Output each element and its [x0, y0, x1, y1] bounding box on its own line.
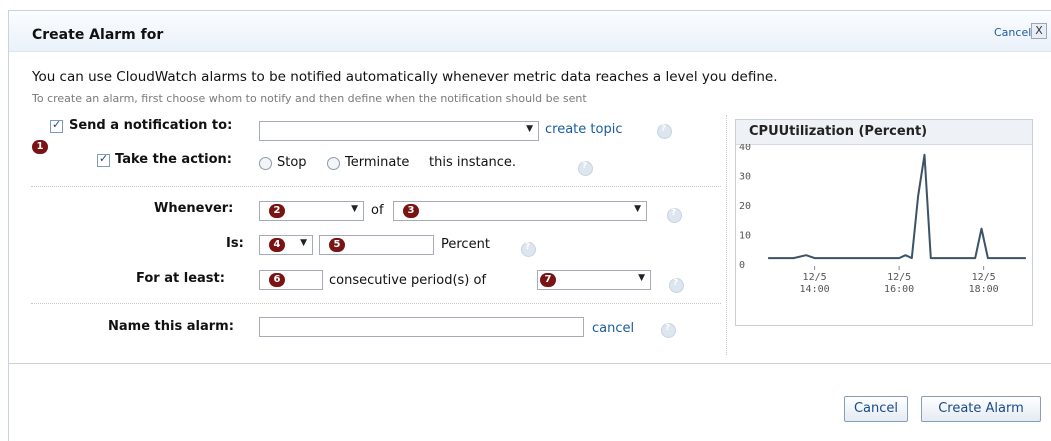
percent-unit-label: Percent	[441, 237, 490, 252]
close-icon[interactable]: X	[1031, 23, 1047, 39]
step-badge-2: 2	[269, 204, 285, 218]
intro-text: You can use CloudWatch alarms to be noti…	[32, 69, 778, 85]
cpu-chart: CPUUtilization (Percent) 40 30 20 10 0 12/5 14…	[735, 119, 1033, 326]
x-tick-label: 14:00	[800, 284, 830, 295]
x-tick-label: 12/5	[887, 272, 911, 283]
section-divider	[31, 303, 721, 305]
y-tick-label: 10	[739, 231, 751, 242]
take-action-checkbox[interactable]	[97, 152, 110, 167]
chevron-down-icon: ▼	[634, 204, 641, 214]
chevron-down-icon: ▼	[300, 238, 307, 248]
consecutive-periods-label: consecutive period(s) of	[329, 273, 487, 288]
terminate-radio[interactable]	[327, 157, 340, 170]
section-divider	[31, 186, 721, 188]
name-alarm-label: Name this alarm:	[108, 319, 234, 334]
metric-select[interactable]: ▼	[393, 201, 647, 221]
step-badge-1: 1	[32, 140, 48, 154]
of-label: of	[371, 203, 384, 218]
y-tick-label: 30	[739, 172, 751, 183]
stop-radio[interactable]	[259, 157, 272, 170]
help-icon[interactable]	[657, 124, 672, 139]
step-badge-4: 4	[269, 238, 285, 252]
for-at-least-label: For at least:	[136, 271, 225, 286]
chart-title: CPUUtilization (Percent)	[749, 124, 928, 139]
footer-divider	[9, 363, 1051, 364]
create-alarm-button[interactable]: Create Alarm	[921, 396, 1041, 422]
create-topic-link[interactable]: create topic	[545, 122, 622, 137]
x-tick-label: 18:00	[969, 284, 999, 295]
y-tick-label: 40	[739, 144, 751, 153]
x-tick-label: 12/5	[972, 272, 996, 283]
is-label: Is:	[226, 236, 244, 251]
cpu-series-line	[768, 153, 1026, 260]
help-icon[interactable]	[521, 242, 536, 257]
help-icon[interactable]	[667, 208, 682, 223]
notify-topic-select[interactable]: ▼	[259, 121, 539, 141]
this-instance-label: this instance.	[429, 155, 517, 170]
x-tick-label: 16:00	[884, 284, 914, 295]
dialog-titlebar: Create Alarm for Cancel X	[9, 11, 1051, 52]
chevron-down-icon: ▼	[526, 124, 533, 134]
chart-plot: 40302010012/514:0012/516:0012/518:00	[739, 144, 1026, 295]
step-badge-6: 6	[269, 273, 285, 287]
help-icon[interactable]	[578, 161, 593, 176]
help-icon[interactable]	[661, 323, 676, 338]
cancel-button[interactable]: Cancel	[844, 396, 908, 422]
chevron-down-icon: ▼	[351, 204, 358, 214]
create-alarm-dialog: Create Alarm for Cancel X You can use Cl…	[8, 10, 1051, 441]
chart-header: CPUUtilization (Percent)	[736, 120, 1032, 145]
operator-select[interactable]: ▼	[259, 235, 313, 255]
y-tick-label: 0	[739, 260, 745, 271]
chevron-down-icon: ▼	[638, 273, 645, 283]
take-action-label: Take the action:	[115, 152, 232, 167]
send-notification-label: Send a notification to:	[69, 118, 233, 133]
y-tick-label: 20	[739, 201, 751, 212]
send-notification-checkbox[interactable]	[50, 118, 63, 133]
cancel-link-top[interactable]: Cancel	[994, 26, 1031, 39]
whenever-label: Whenever:	[154, 201, 234, 216]
cancel-name-link[interactable]: cancel	[592, 321, 634, 336]
x-tick-label: 12/5	[803, 272, 827, 283]
step-badge-3: 3	[403, 204, 419, 218]
terminate-label: Terminate	[345, 155, 410, 170]
step-badge-5: 5	[329, 238, 345, 252]
intro-subtext: To create an alarm, first choose whom to…	[32, 92, 587, 105]
column-divider	[726, 115, 728, 355]
stop-label: Stop	[277, 155, 307, 170]
alarm-name-input[interactable]	[259, 317, 584, 337]
step-badge-7: 7	[540, 273, 556, 287]
dialog-title: Create Alarm for	[32, 27, 164, 43]
help-icon[interactable]	[669, 278, 684, 293]
